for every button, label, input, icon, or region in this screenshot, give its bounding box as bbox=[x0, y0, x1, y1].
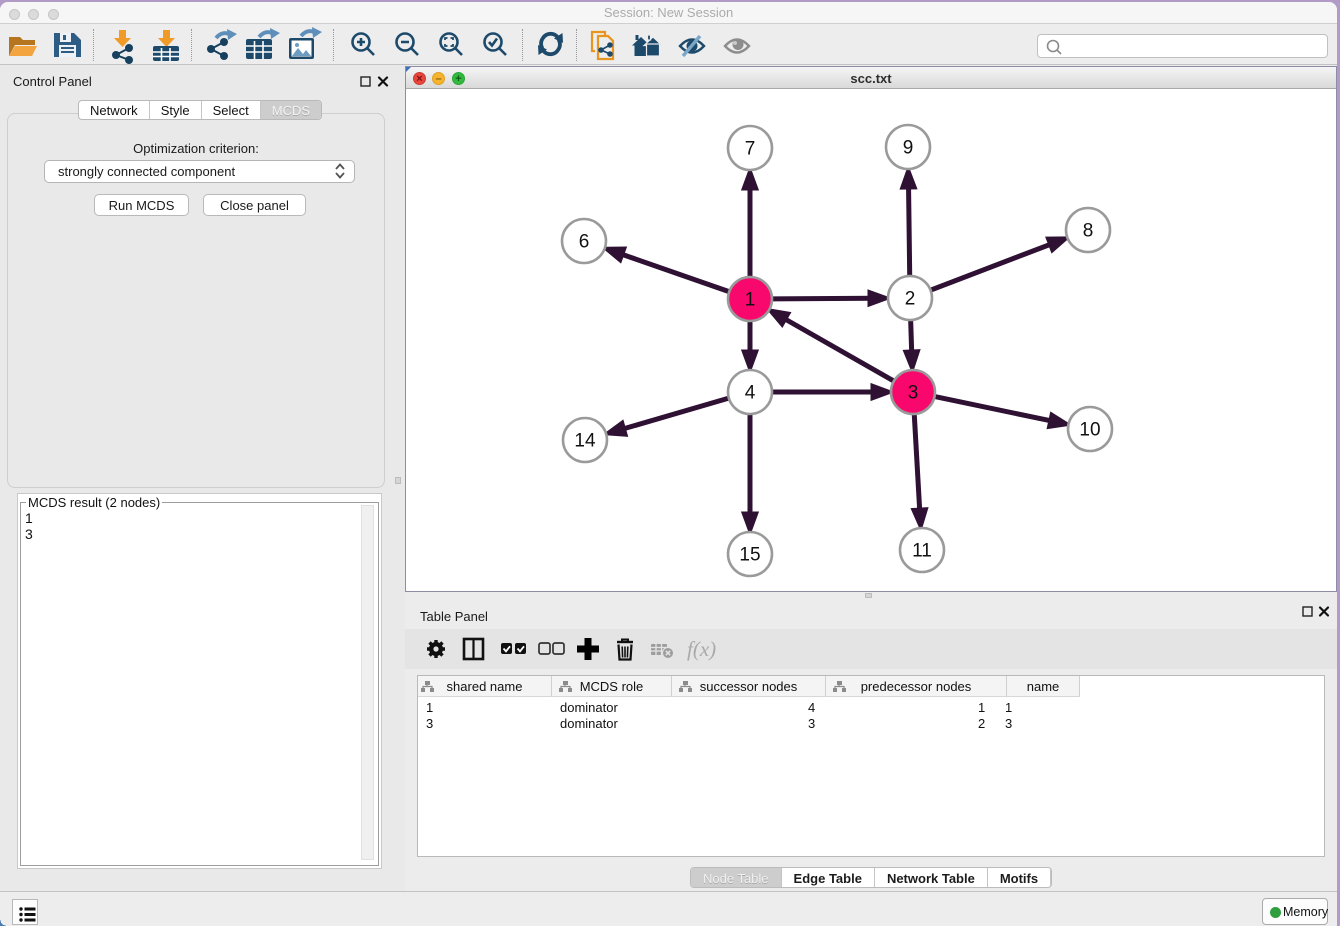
svg-text:6: 6 bbox=[579, 232, 590, 253]
svg-text:1: 1 bbox=[745, 290, 756, 311]
svg-text:10: 10 bbox=[1079, 420, 1100, 441]
svg-text:11: 11 bbox=[912, 541, 932, 562]
svg-text:8: 8 bbox=[1083, 221, 1094, 242]
svg-text:15: 15 bbox=[739, 545, 760, 566]
svg-text:2: 2 bbox=[905, 289, 916, 310]
svg-text:7: 7 bbox=[745, 139, 756, 160]
svg-text:14: 14 bbox=[574, 431, 596, 452]
svg-text:3: 3 bbox=[908, 383, 919, 404]
svg-text:9: 9 bbox=[903, 138, 914, 159]
svg-text:4: 4 bbox=[745, 383, 756, 404]
svg-text:f(x): f(x) bbox=[687, 637, 716, 661]
